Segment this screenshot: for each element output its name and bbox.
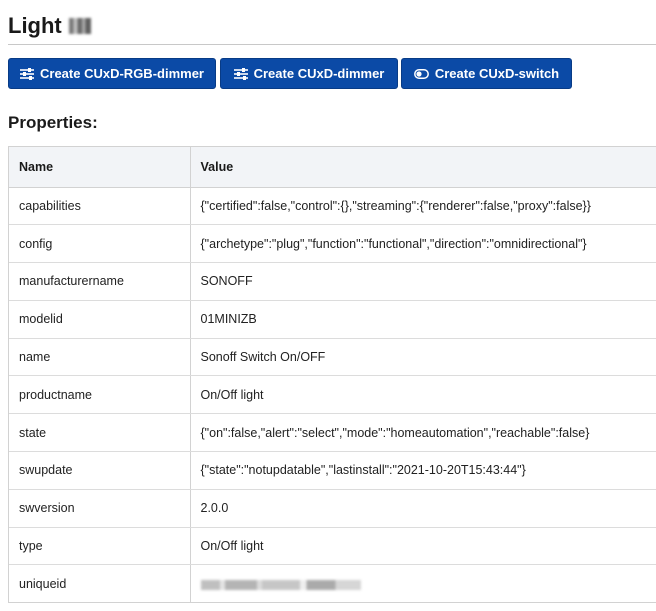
property-name: swversion (9, 489, 191, 528)
property-name: productname (9, 375, 191, 415)
table-row: type On/Off light (9, 527, 656, 566)
table-row: modelid 01MINIZB (9, 300, 656, 339)
property-name: modelid (9, 300, 191, 339)
sliders-icon (20, 67, 34, 80)
properties-heading: Properties: (8, 113, 98, 132)
column-header-name: Name (9, 147, 191, 188)
table-row: productname On/Off light (9, 375, 656, 415)
property-name: state (9, 413, 191, 453)
property-name: capabilities (9, 187, 191, 226)
property-value: {"state":"notupdatable","lastinstall":"2… (190, 451, 656, 490)
table-row: state {"on":false,"alert":"select","mode… (9, 413, 656, 453)
toggle-icon (413, 68, 429, 79)
table-row: config {"archetype":"plug","function":"f… (9, 224, 656, 264)
page-header: Light (8, 12, 656, 45)
table-row: capabilities {"certified":false,"control… (9, 187, 656, 226)
page-title-text: Light (8, 13, 62, 38)
properties-table: Name Value capabilities {"certified":fal… (8, 146, 656, 603)
table-row: swupdate {"state":"notupdatable","lastin… (9, 451, 656, 490)
property-name: uniqueid (9, 564, 191, 602)
column-header-value: Value (190, 147, 656, 188)
create-cuxd-switch-label: Create CUxD-switch (434, 66, 560, 81)
table-row: manufacturername SONOFF (9, 262, 656, 301)
property-name: config (9, 224, 191, 264)
sliders-icon (233, 67, 248, 80)
property-value: {"on":false,"alert":"select","mode":"hom… (190, 413, 656, 453)
create-cuxd-rgb-dimmer-label: Create CUxD-RGB-dimmer (40, 66, 204, 81)
create-cuxd-dimmer-button[interactable]: Create CUxD-dimmer (220, 58, 398, 89)
table-header-row: Name Value (9, 147, 656, 188)
property-value: On/Off light (190, 527, 656, 566)
table-row: name Sonoff Switch On/OFF (9, 338, 656, 377)
property-name: name (9, 338, 191, 377)
property-value: 01MINIZB (190, 300, 656, 339)
property-value: Sonoff Switch On/OFF (190, 338, 656, 377)
property-value-redacted (190, 565, 656, 602)
property-name: manufacturername (9, 262, 191, 301)
property-name: type (9, 527, 191, 566)
create-cuxd-rgb-dimmer-button[interactable]: Create CUxD-RGB-dimmer (8, 58, 216, 89)
redacted-title-suffix (68, 18, 91, 34)
property-value: {"archetype":"plug","function":"function… (190, 224, 656, 264)
table-row: uniqueid (9, 564, 656, 602)
property-value: 2.0.0 (190, 489, 656, 528)
property-name: swupdate (9, 451, 191, 490)
property-value: {"certified":false,"control":{},"streami… (190, 187, 656, 226)
create-cuxd-switch-button[interactable]: Create CUxD-switch (401, 58, 572, 89)
table-row: swversion 2.0.0 (9, 489, 656, 528)
redacted-uniqueid (200, 579, 361, 590)
create-cuxd-dimmer-label: Create CUxD-dimmer (253, 66, 385, 81)
property-value: SONOFF (190, 262, 656, 301)
property-value: On/Off light (190, 375, 656, 415)
page-title: Light (8, 13, 91, 39)
